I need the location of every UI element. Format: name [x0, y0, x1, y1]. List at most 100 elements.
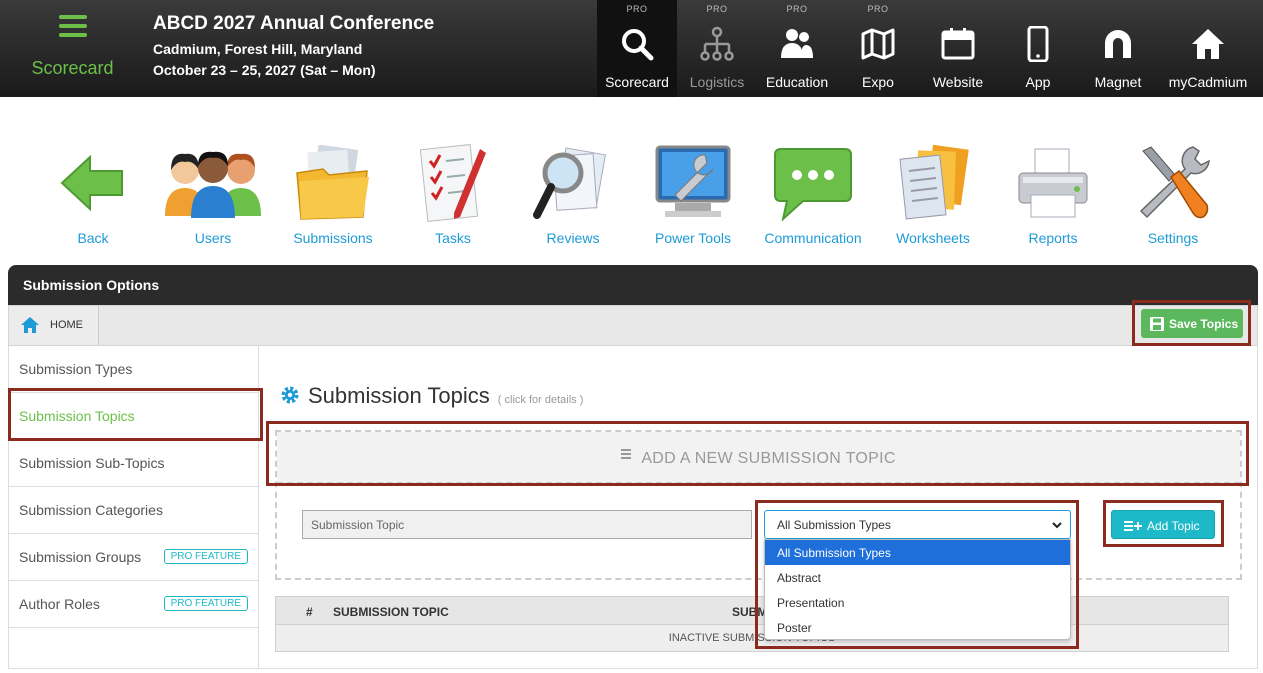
save-topics-label: Save Topics [1169, 317, 1239, 331]
sidebar-item-submission-topics[interactable]: Submission Topics [9, 393, 258, 440]
tool-label: Users [194, 230, 232, 246]
sidebar-item-submission-types[interactable]: Submission Types [9, 346, 258, 393]
nav-education[interactable]: PRO Education [757, 0, 837, 97]
brand-label: Scorecard [31, 58, 114, 78]
submission-type-selected: All Submission Types [777, 518, 891, 532]
map-icon [838, 26, 918, 64]
users-icon [153, 140, 273, 226]
back-arrow-icon [33, 140, 153, 226]
tool-users[interactable]: Users [153, 140, 273, 252]
tool-label: Back [77, 230, 109, 246]
chat-bubble-icon [753, 140, 873, 226]
sidebar-item-submission-groups[interactable]: Submission Groups PRO FEATURE [9, 534, 258, 581]
conference-title: ABCD 2027 Annual Conference [153, 13, 435, 34]
dropdown-option-abstract[interactable]: Abstract [765, 565, 1070, 590]
brand-menu[interactable]: Scorecard [0, 0, 145, 97]
nav-label: Expo [862, 74, 894, 90]
tool-reports[interactable]: Reports [993, 140, 1113, 252]
submission-type-dropdown: All Submission Types Abstract Presentati… [764, 539, 1071, 640]
sidebar-item-label: Submission Groups [19, 549, 142, 565]
nav-label: Logistics [689, 74, 745, 90]
sidebar-item-submission-sub-topics[interactable]: Submission Sub-Topics [9, 440, 258, 487]
panel-title: Submission Options [8, 265, 1258, 305]
nav-label: Magnet [1094, 74, 1142, 90]
section-hint: ( click for details ) [497, 394, 584, 406]
pro-feature-badge: PRO FEATURE [163, 596, 248, 611]
pro-label: PRO [867, 4, 889, 14]
floppy-disk-icon [1150, 317, 1164, 331]
tool-label: Submissions [293, 230, 373, 246]
add-list-icon [1124, 521, 1142, 531]
tool-label: Power Tools [654, 230, 731, 246]
conference-location: Cadmium, Forest Hill, Maryland [153, 41, 363, 57]
tool-settings[interactable]: Settings [1113, 140, 1233, 252]
nav-mycadmium[interactable]: myCadmium [1163, 0, 1253, 97]
column-number: # [306, 605, 313, 619]
nav-label: Scorecard [605, 74, 669, 90]
submission-topic-input[interactable] [302, 510, 752, 539]
tools-icon [1113, 140, 1233, 226]
nav-expo[interactable]: PRO Expo [838, 0, 918, 97]
search-icon [597, 26, 677, 64]
wrench-monitor-icon [633, 140, 753, 226]
pro-label: PRO [786, 4, 808, 14]
home-icon [21, 317, 39, 333]
add-topic-button[interactable]: Add Topic [1111, 510, 1215, 539]
nav-label: Website [932, 74, 984, 90]
gear-icon [281, 386, 299, 404]
nav-label: App [1025, 74, 1051, 90]
nav-app[interactable]: App [998, 0, 1078, 97]
dropdown-option-poster[interactable]: Poster [765, 615, 1070, 640]
sidebar-item-label: Submission Categories [19, 502, 163, 518]
people-icon [757, 26, 837, 64]
chevron-down-icon [1052, 522, 1062, 529]
printer-icon [993, 140, 1113, 226]
section-header[interactable]: Submission Topics ( click for details ) [280, 383, 583, 409]
folder-icon [273, 140, 393, 226]
breadcrumb: HOME [8, 305, 1258, 346]
tool-back[interactable]: Back [33, 140, 153, 252]
submission-type-select[interactable]: All Submission Types [764, 510, 1071, 539]
tool-power-tools[interactable]: Power Tools [633, 140, 753, 252]
pro-label: PRO [706, 4, 728, 14]
nav-magnet[interactable]: Magnet [1078, 0, 1158, 97]
tool-tasks[interactable]: Tasks [393, 140, 513, 252]
nav-website[interactable]: Website [918, 0, 998, 97]
tool-label: Communication [764, 230, 862, 246]
hamburger-icon[interactable] [59, 15, 87, 37]
sidebar-item-label: Submission Sub-Topics [19, 455, 165, 471]
inactive-topics-row: INACTIVE SUBMISSION TOPICS [275, 625, 1229, 652]
menu-lines-icon [621, 449, 632, 461]
sidebar-item-author-roles[interactable]: Author Roles PRO FEATURE [9, 581, 258, 628]
tool-label: Worksheets [896, 230, 970, 246]
nav-label: myCadmium [1168, 74, 1248, 90]
top-bar: Scorecard ABCD 2027 Annual Conference Ca… [0, 0, 1263, 97]
phone-icon [998, 25, 1078, 64]
home-breadcrumb-button[interactable]: HOME [9, 306, 99, 345]
checklist-icon [393, 140, 513, 226]
magnifier-icon [513, 140, 633, 226]
tool-reviews[interactable]: Reviews [513, 140, 633, 252]
tool-submissions[interactable]: Submissions [273, 140, 393, 252]
nav-label: Education [765, 74, 829, 90]
sidebar-item-label: Author Roles [19, 596, 100, 612]
home-icon [1163, 26, 1253, 64]
hierarchy-icon [677, 26, 757, 64]
section-title: Submission Topics [308, 383, 490, 408]
dropdown-option-presentation[interactable]: Presentation [765, 590, 1070, 615]
nav-scorecard[interactable]: PRO Scorecard [597, 0, 677, 97]
sidebar-item-submission-categories[interactable]: Submission Categories [9, 487, 258, 534]
column-submission-topic: SUBMISSION TOPIC [333, 605, 449, 619]
tool-communication[interactable]: Communication [753, 140, 873, 252]
tool-label: Reviews [546, 230, 600, 246]
save-topics-button[interactable]: Save Topics [1141, 309, 1243, 338]
dropdown-option-all[interactable]: All Submission Types [765, 540, 1070, 565]
sidebar-item-label: Submission Topics [19, 408, 135, 424]
tool-label: Reports [1028, 230, 1078, 246]
nav-logistics[interactable]: PRO Logistics [677, 0, 757, 97]
conference-info: ABCD 2027 Annual Conference Cadmium, For… [153, 13, 434, 78]
add-topic-header-label: ADD A NEW SUBMISSION TOPIC [641, 450, 896, 467]
add-topic-header[interactable]: ADD A NEW SUBMISSION TOPIC [277, 432, 1240, 484]
worksheets-icon [873, 140, 993, 226]
tool-worksheets[interactable]: Worksheets [873, 140, 993, 252]
